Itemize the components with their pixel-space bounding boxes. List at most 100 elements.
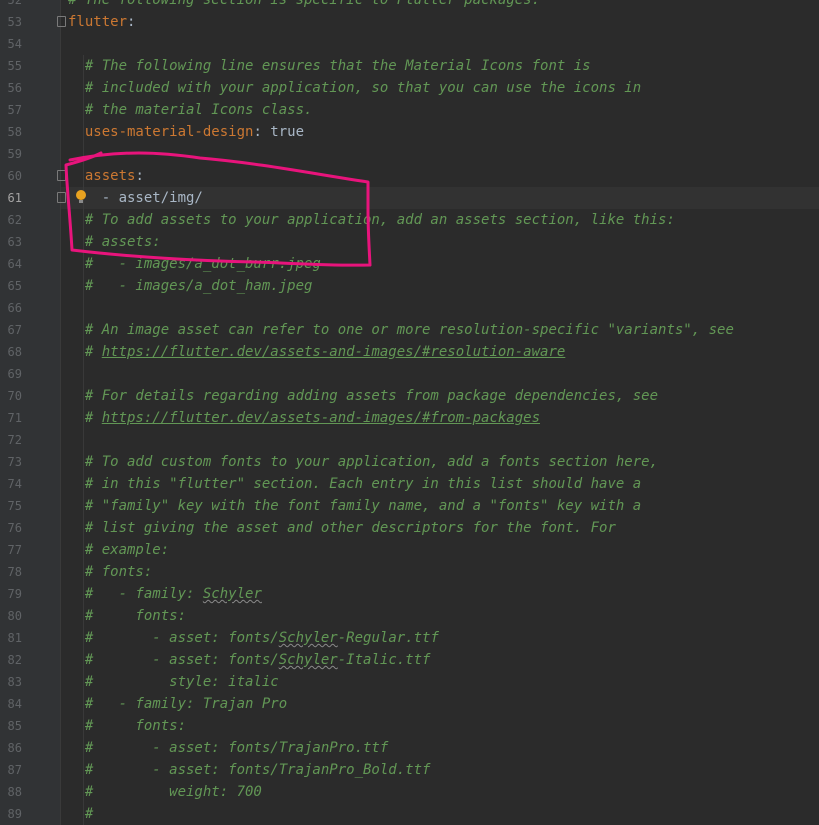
line-gutter[interactable]: 89 bbox=[0, 803, 60, 825]
line-gutter[interactable]: 77 bbox=[0, 539, 60, 561]
line-gutter[interactable]: 72 bbox=[0, 429, 60, 451]
code-text[interactable]: # assets: bbox=[68, 231, 161, 253]
code-text[interactable]: # - images/a_dot_burr.jpeg bbox=[68, 253, 321, 275]
code-text[interactable]: # https://flutter.dev/assets-and-images/… bbox=[68, 341, 565, 363]
code-line[interactable]: 80 # fonts: bbox=[0, 605, 819, 627]
code-text[interactable]: # - family: Trajan Pro bbox=[68, 693, 287, 715]
code-line[interactable]: 73 # To add custom fonts to your applica… bbox=[0, 451, 819, 473]
line-gutter[interactable]: 84 bbox=[0, 693, 60, 715]
code-line[interactable]: 85 # fonts: bbox=[0, 715, 819, 737]
code-text[interactable]: # fonts: bbox=[68, 715, 186, 737]
code-text[interactable]: # To add assets to your application, add… bbox=[68, 209, 675, 231]
line-gutter[interactable]: 53 bbox=[0, 11, 60, 33]
line-gutter[interactable]: 87 bbox=[0, 759, 60, 781]
code-text[interactable]: # the material Icons class. bbox=[68, 99, 313, 121]
line-gutter[interactable]: 88 bbox=[0, 781, 60, 803]
code-text[interactable]: # - asset: fonts/TrajanPro_Bold.ttf bbox=[68, 759, 431, 781]
url-link[interactable]: https://flutter.dev/assets-and-images/#f… bbox=[102, 410, 540, 426]
code-text[interactable]: # - family: Schyler bbox=[68, 583, 262, 605]
code-text[interactable]: flutter: bbox=[68, 11, 135, 33]
code-line[interactable]: 83 # style: italic bbox=[0, 671, 819, 693]
url-link[interactable]: https://flutter.dev/assets-and-images/#r… bbox=[102, 344, 566, 360]
line-gutter[interactable]: 52 bbox=[0, 0, 60, 11]
code-line[interactable]: 64 # - images/a_dot_burr.jpeg bbox=[0, 253, 819, 275]
line-gutter[interactable]: 76 bbox=[0, 517, 60, 539]
line-gutter[interactable]: 85 bbox=[0, 715, 60, 737]
code-line[interactable]: 87 # - asset: fonts/TrajanPro_Bold.ttf bbox=[0, 759, 819, 781]
line-gutter[interactable]: 64 bbox=[0, 253, 60, 275]
code-text[interactable]: - asset/img/ bbox=[68, 187, 203, 209]
code-text[interactable]: # The following line ensures that the Ma… bbox=[68, 55, 591, 77]
code-text[interactable]: # - asset: fonts/Schyler-Italic.ttf bbox=[68, 649, 431, 671]
code-line[interactable]: 77 # example: bbox=[0, 539, 819, 561]
code-line[interactable]: 65 # - images/a_dot_ham.jpeg bbox=[0, 275, 819, 297]
code-text[interactable] bbox=[68, 363, 85, 385]
code-line[interactable]: 63 # assets: bbox=[0, 231, 819, 253]
code-line[interactable]: 66 bbox=[0, 297, 819, 319]
code-text[interactable]: # The following section is specific to F… bbox=[68, 0, 540, 11]
line-gutter[interactable]: 65 bbox=[0, 275, 60, 297]
code-line[interactable]: 59 bbox=[0, 143, 819, 165]
code-text[interactable] bbox=[68, 143, 85, 165]
code-line[interactable]: 56 # included with your application, so … bbox=[0, 77, 819, 99]
line-gutter[interactable]: 63 bbox=[0, 231, 60, 253]
code-text[interactable]: # style: italic bbox=[68, 671, 279, 693]
code-text[interactable]: # in this "flutter" section. Each entry … bbox=[68, 473, 641, 495]
line-gutter[interactable]: 78 bbox=[0, 561, 60, 583]
line-gutter[interactable]: 61 bbox=[0, 187, 60, 209]
code-text[interactable]: # https://flutter.dev/assets-and-images/… bbox=[68, 407, 540, 429]
code-text[interactable]: # - asset: fonts/TrajanPro.ttf bbox=[68, 737, 388, 759]
lightbulb-icon[interactable] bbox=[76, 190, 86, 203]
code-text[interactable]: uses-material-design: true bbox=[68, 121, 304, 143]
code-line[interactable]: 61 - asset/img/ bbox=[0, 187, 819, 209]
fold-marker-icon[interactable] bbox=[57, 192, 66, 203]
code-text[interactable]: # To add custom fonts to your applicatio… bbox=[68, 451, 658, 473]
code-line[interactable]: 86 # - asset: fonts/TrajanPro.ttf bbox=[0, 737, 819, 759]
code-line[interactable]: 57 # the material Icons class. bbox=[0, 99, 819, 121]
code-line[interactable]: 78 # fonts: bbox=[0, 561, 819, 583]
code-text[interactable]: # fonts: bbox=[68, 605, 186, 627]
code-text[interactable]: # For details regarding adding assets fr… bbox=[68, 385, 658, 407]
code-line[interactable]: 58 uses-material-design: true bbox=[0, 121, 819, 143]
code-line[interactable]: 69 bbox=[0, 363, 819, 385]
code-text[interactable] bbox=[68, 33, 85, 55]
code-text[interactable] bbox=[68, 297, 85, 319]
line-gutter[interactable]: 71 bbox=[0, 407, 60, 429]
code-line[interactable]: 60 assets: bbox=[0, 165, 819, 187]
line-gutter[interactable]: 73 bbox=[0, 451, 60, 473]
code-line[interactable]: 89 # bbox=[0, 803, 819, 825]
code-text[interactable]: # - images/a_dot_ham.jpeg bbox=[68, 275, 313, 297]
line-gutter[interactable]: 55 bbox=[0, 55, 60, 77]
code-line[interactable]: 75 # "family" key with the font family n… bbox=[0, 495, 819, 517]
code-line[interactable]: 52 # The following section is specific to… bbox=[0, 0, 819, 11]
line-gutter[interactable]: 82 bbox=[0, 649, 60, 671]
code-line[interactable]: 71 # https://flutter.dev/assets-and-imag… bbox=[0, 407, 819, 429]
line-gutter[interactable]: 59 bbox=[0, 143, 60, 165]
code-line[interactable]: 76 # list giving the asset and other des… bbox=[0, 517, 819, 539]
code-line[interactable]: 53 flutter: bbox=[0, 11, 819, 33]
line-gutter[interactable]: 68 bbox=[0, 341, 60, 363]
code-line[interactable]: 68 # https://flutter.dev/assets-and-imag… bbox=[0, 341, 819, 363]
code-text[interactable]: # included with your application, so tha… bbox=[68, 77, 641, 99]
code-editor[interactable]: 52 # The following section is specific to… bbox=[0, 0, 819, 825]
code-line[interactable]: 74 # in this "flutter" section. Each ent… bbox=[0, 473, 819, 495]
code-line[interactable]: 88 # weight: 700 bbox=[0, 781, 819, 803]
code-text[interactable] bbox=[68, 429, 85, 451]
line-gutter[interactable]: 81 bbox=[0, 627, 60, 649]
line-gutter[interactable]: 83 bbox=[0, 671, 60, 693]
line-gutter[interactable]: 80 bbox=[0, 605, 60, 627]
code-line[interactable]: 54 bbox=[0, 33, 819, 55]
line-gutter[interactable]: 67 bbox=[0, 319, 60, 341]
fold-marker-icon[interactable] bbox=[57, 16, 66, 27]
code-line[interactable]: 70 # For details regarding adding assets… bbox=[0, 385, 819, 407]
code-text[interactable]: # list giving the asset and other descri… bbox=[68, 517, 616, 539]
code-line[interactable]: 84 # - family: Trajan Pro bbox=[0, 693, 819, 715]
code-text[interactable]: # "family" key with the font family name… bbox=[68, 495, 641, 517]
code-text[interactable]: # weight: 700 bbox=[68, 781, 262, 803]
line-gutter[interactable]: 60 bbox=[0, 165, 60, 187]
fold-marker-icon[interactable] bbox=[57, 170, 66, 181]
code-line[interactable]: 82 # - asset: fonts/Schyler-Italic.ttf bbox=[0, 649, 819, 671]
code-text[interactable]: # An image asset can refer to one or mor… bbox=[68, 319, 734, 341]
line-gutter[interactable]: 70 bbox=[0, 385, 60, 407]
code-line[interactable]: 67 # An image asset can refer to one or … bbox=[0, 319, 819, 341]
